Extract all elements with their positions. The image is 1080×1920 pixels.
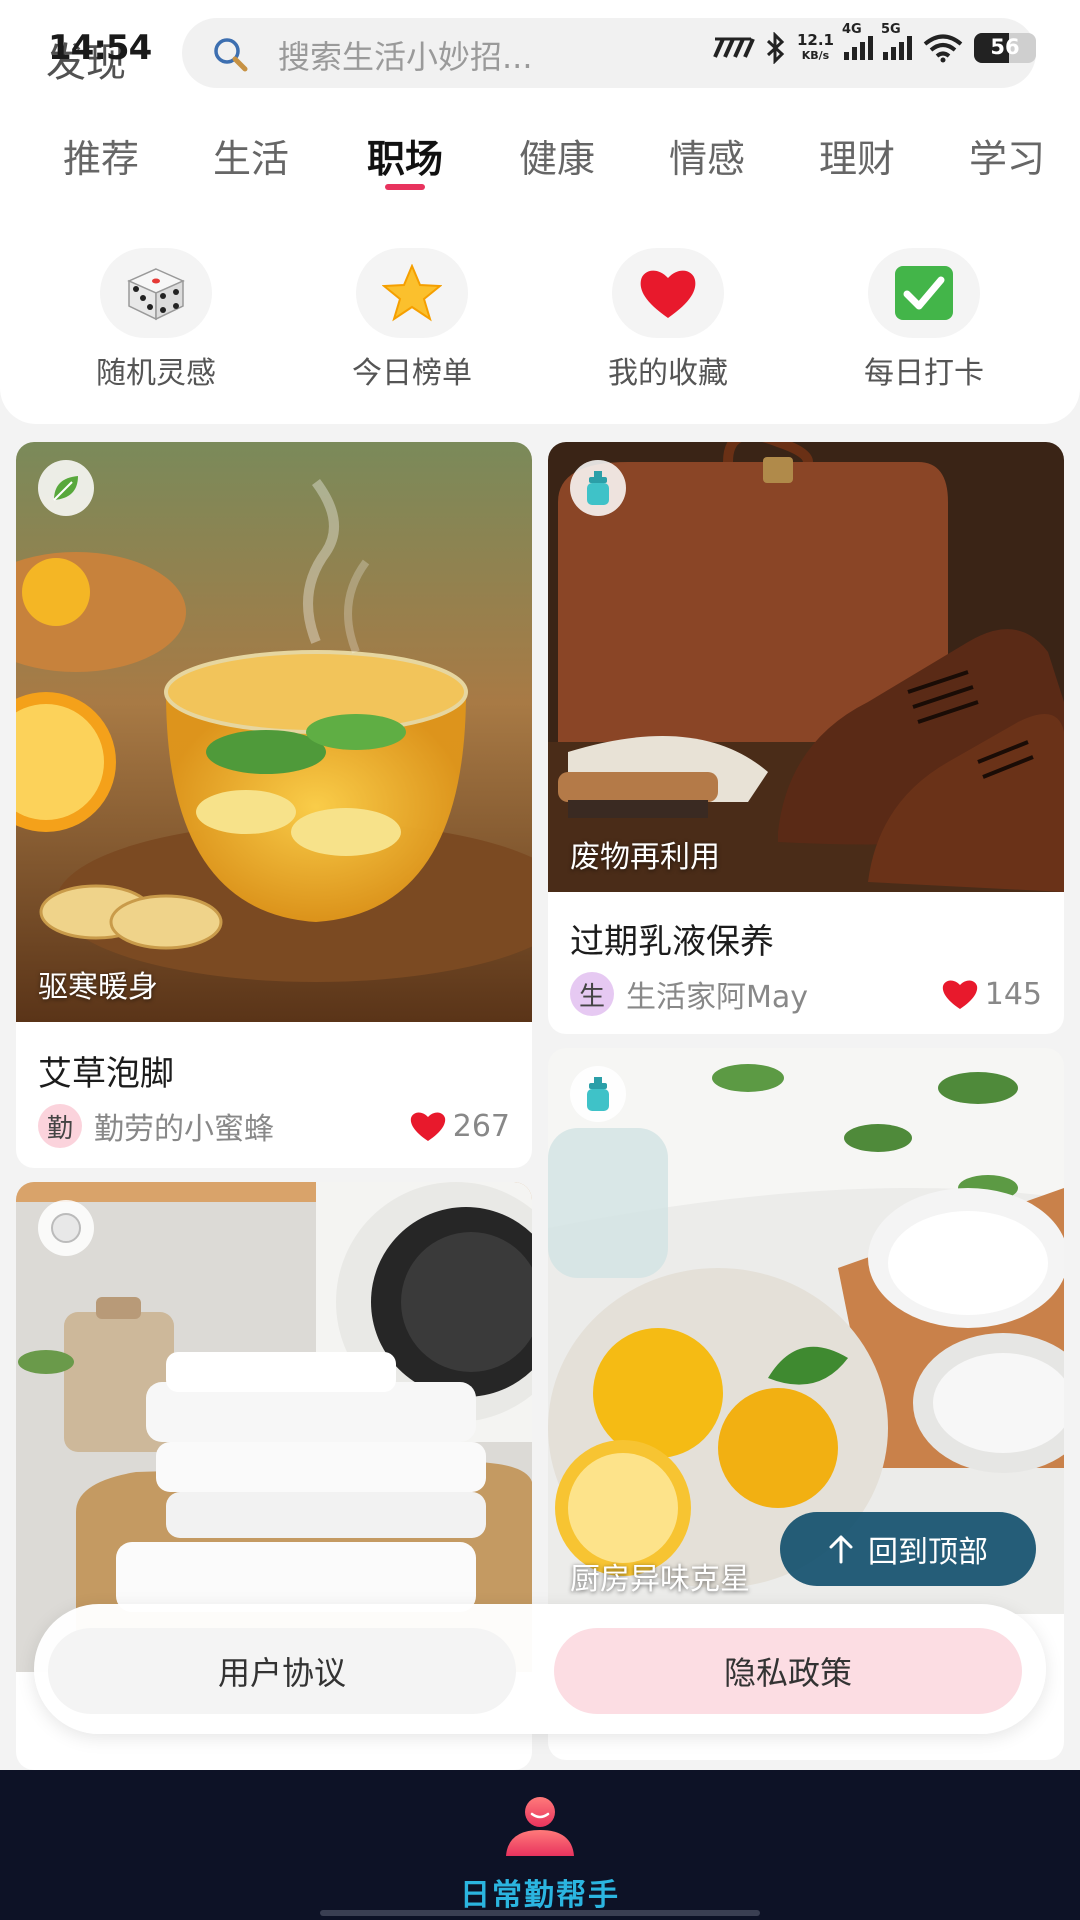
quick-entry-ranking[interactable]: 今日榜单 [332, 248, 492, 392]
like-count: 267 [452, 1108, 510, 1144]
card-title: 艾草泡脚 [38, 1054, 174, 1094]
dot-badge-icon [38, 1200, 94, 1256]
card-author-row: 勤 勤劳的小蜜蜂 267 [38, 1104, 510, 1148]
arrow-up-icon [829, 1535, 853, 1564]
status-icons: 12.1 KB/s 4G 5G 56 [711, 22, 1036, 68]
search-placeholder: 搜索生活小妙招... [278, 38, 533, 76]
net-speed-unit: KB/s [801, 49, 830, 62]
card-author-row: 生 生活家阿May 145 [570, 972, 1042, 1016]
like-button[interactable]: 267 [409, 1109, 510, 1144]
net-speed: 12.1 KB/s [797, 33, 834, 63]
home-indicator[interactable] [320, 1910, 760, 1916]
card-author[interactable]: 勤劳的小蜜蜂 [94, 1104, 409, 1148]
card-photo-laundry [16, 1182, 532, 1672]
quick-entry-label: 今日榜单 [352, 356, 472, 391]
category-tabs: 推荐 生活 职场 健康 情感 理财 学习 [0, 128, 1080, 198]
tab-health[interactable]: 健康 [492, 128, 622, 183]
leaf-icon [53, 476, 78, 501]
card-photo-ginger-tea: 驱寒暖身 [16, 442, 532, 1022]
app-logo-icon[interactable] [502, 1796, 578, 1858]
card-author[interactable]: 生活家阿May [626, 972, 941, 1016]
sim2-label: 5G [881, 22, 901, 37]
battery-icon: 56 [974, 33, 1036, 63]
app-name: 日常勤帮手 [460, 1878, 620, 1913]
tab-finance[interactable]: 理财 [792, 128, 922, 183]
net-speed-value: 12.1 [796, 31, 834, 49]
bottle-icon [587, 1077, 609, 1111]
bottle-badge-icon [570, 1066, 626, 1122]
quick-entry-checkin[interactable]: 每日打卡 [844, 248, 1004, 392]
feed-card[interactable]: 驱寒暖身 艾草泡脚 勤 勤劳的小蜜蜂 267 [16, 442, 532, 1168]
quick-entry-favorites[interactable]: 我的收藏 [588, 248, 748, 392]
battery-level: 56 [990, 35, 1020, 59]
top-panel: 发现 14:54 搜索生活小妙招... 12.1 KB/s 4G 5G 56 推… [0, 0, 1080, 424]
tab-study[interactable]: 学习 [942, 128, 1072, 183]
tab-life[interactable]: 生活 [186, 128, 316, 183]
wifi-icon [923, 34, 963, 63]
tab-emotion[interactable]: 情感 [642, 128, 772, 183]
quick-entry-label: 我的收藏 [608, 356, 728, 391]
heart-icon [640, 270, 696, 318]
back-to-top-label: 回到顶部 [868, 1535, 988, 1570]
sim1-label: 4G [842, 22, 862, 37]
avatar[interactable]: 勤 [38, 1104, 82, 1148]
like-button[interactable]: 145 [941, 977, 1042, 1012]
quick-entry-random[interactable]: 随机灵感 [76, 248, 236, 392]
user-agreement-button[interactable]: 用户协议 [48, 1628, 516, 1714]
policy-bar: 用户协议 隐私政策 [34, 1604, 1046, 1734]
tab-recommend[interactable]: 推荐 [36, 128, 166, 183]
bottom-bar: 日常勤帮手 [0, 1770, 1080, 1920]
card-tagline: 厨房异味克星 [570, 1562, 750, 1597]
signal-4g-icon: 4G [842, 22, 873, 60]
dice-icon [127, 268, 185, 321]
heart-icon [942, 980, 977, 1009]
leaf-badge-icon [38, 460, 94, 516]
card-tagline: 废物再利用 [570, 840, 720, 875]
like-count: 145 [984, 976, 1042, 1012]
tab-workplace[interactable]: 职场 [340, 128, 470, 183]
card-tagline: 驱寒暖身 [38, 970, 158, 1005]
back-to-top-button[interactable]: 回到顶部 [780, 1512, 1036, 1586]
search-icon [214, 38, 248, 72]
bottle-icon [587, 471, 609, 505]
heart-icon [410, 1112, 445, 1141]
check-icon [895, 266, 953, 320]
avatar[interactable]: 生 [570, 972, 614, 1016]
tab-indicator [385, 184, 425, 190]
nfc-icon [713, 37, 755, 58]
privacy-policy-button[interactable]: 隐私政策 [554, 1628, 1022, 1714]
quick-entry-label: 每日打卡 [864, 356, 984, 391]
bottle-badge-icon [570, 460, 626, 516]
bluetooth-icon [766, 32, 785, 64]
quick-entry-label: 随机灵感 [96, 356, 216, 391]
dot-icon [51, 1213, 81, 1243]
card-title: 过期乳液保养 [570, 922, 774, 962]
star-icon [382, 264, 442, 322]
card-photo-leather-shoes: 废物再利用 [548, 442, 1064, 892]
feed-card[interactable]: 废物再利用 过期乳液保养 生 生活家阿May 145 [548, 442, 1064, 1034]
signal-5g-icon: 5G [881, 22, 912, 60]
status-time: 14:54 [48, 28, 152, 68]
